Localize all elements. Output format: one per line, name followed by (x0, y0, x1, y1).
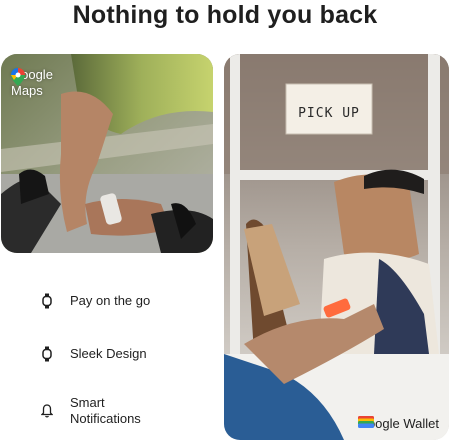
google-wallet-icon (357, 416, 374, 428)
feature-item-pay: Pay on the go (40, 293, 150, 309)
watch-icon (40, 346, 54, 362)
feature-item-notifications: Smart Notifications (40, 395, 160, 427)
page-headline: Nothing to hold you back (72, 1, 378, 29)
cyclist-photo-card: Google Maps (1, 54, 213, 253)
google-wallet-badge: Google Wallet (357, 416, 439, 432)
google-maps-pin-icon (11, 68, 25, 86)
feature-label: Pay on the go (70, 293, 151, 308)
google-maps-badge: Google Maps (11, 67, 53, 99)
feature-label: Smart Notifications (70, 395, 141, 426)
watch-icon (40, 293, 54, 309)
bell-icon (40, 403, 54, 419)
feature-label: Sleek Design (70, 346, 147, 361)
pickup-sign: PICK UP (298, 106, 360, 121)
pickup-photo-card: PICK UP Google Wallet (224, 54, 449, 440)
feature-item-design: Sleek Design (40, 346, 147, 362)
